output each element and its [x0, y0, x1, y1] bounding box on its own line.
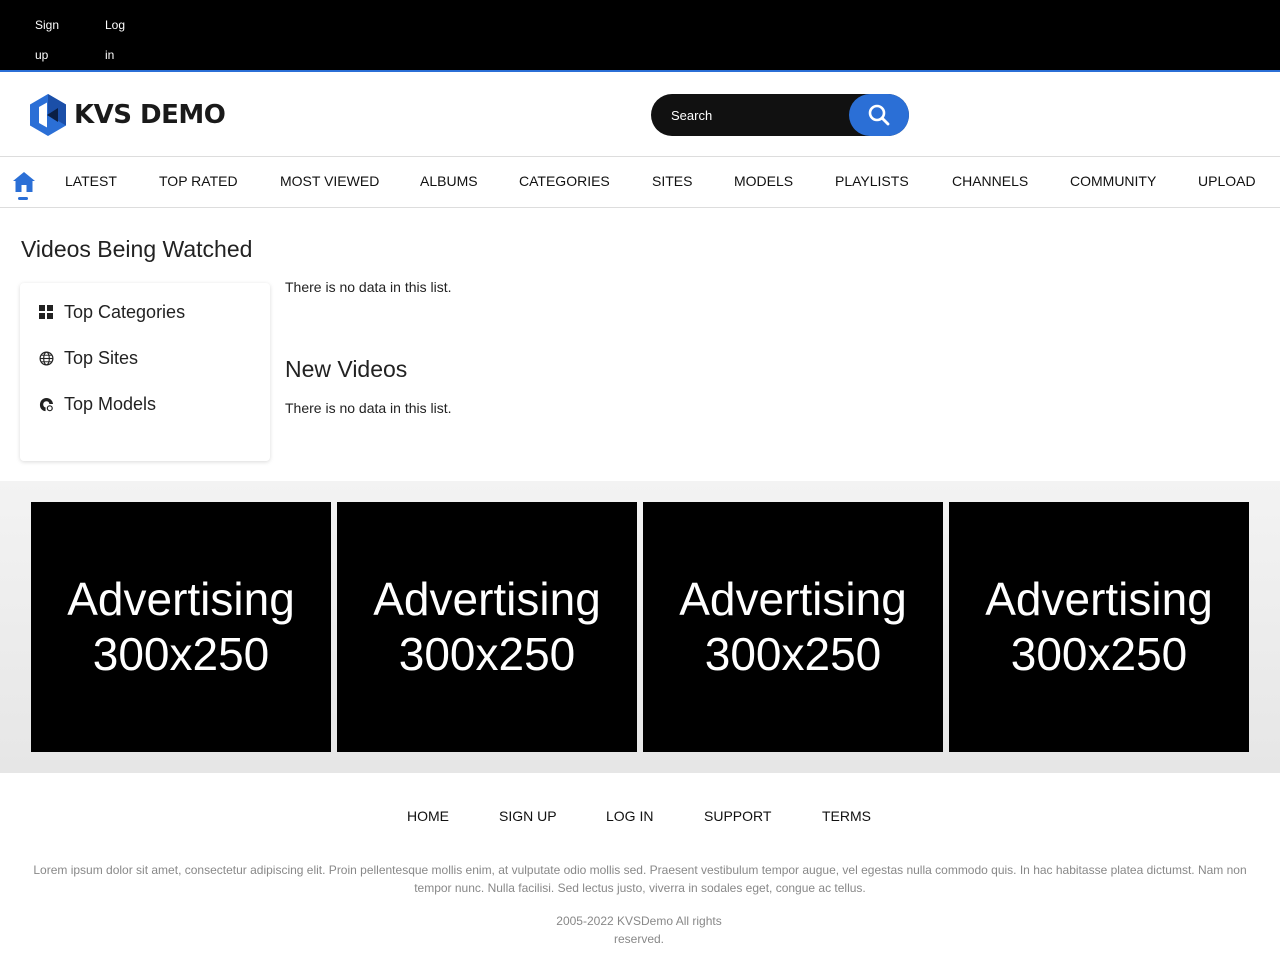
ad-banner[interactable]: Advertising 300x250	[949, 502, 1249, 752]
footer-link-log-in[interactable]: LOG IN	[606, 808, 653, 824]
globe-icon	[38, 350, 54, 366]
sidebar-item-label: Top Sites	[64, 347, 139, 368]
search-input[interactable]	[671, 94, 851, 136]
nav-item-albums[interactable]: ALBUMS	[420, 173, 478, 189]
ad-line-2: 300x250	[1010, 628, 1188, 680]
footer-link-home[interactable]: HOME	[407, 808, 449, 824]
ad-line-2: 300x250	[398, 628, 576, 680]
nav-item-playlists[interactable]: PLAYLISTS	[835, 173, 909, 189]
search-icon	[868, 104, 890, 126]
nav-item-top-rated[interactable]: TOP RATED	[159, 173, 238, 189]
login-link[interactable]: Log in	[105, 10, 135, 70]
nav-item-channels[interactable]: CHANNELS	[952, 173, 1028, 189]
search-button[interactable]	[849, 94, 909, 136]
ad-banner[interactable]: Advertising 300x250	[643, 502, 943, 752]
sidebar: Top Categories Top Sites Top Models	[20, 283, 270, 461]
logo-text: KVS DEMO	[74, 100, 226, 130]
top-bar: Sign up Log in	[0, 0, 1280, 72]
ad-line-2: 300x250	[704, 628, 882, 680]
search-box	[651, 94, 909, 136]
copyright: 2005-2022 KVSDemo All rights reserved.	[556, 914, 722, 946]
nav-item-categories[interactable]: CATEGORIES	[519, 173, 610, 189]
footer-link-terms[interactable]: TERMS	[822, 808, 871, 824]
footer-link-support[interactable]: SUPPORT	[704, 808, 771, 824]
section-title-new-videos: New Videos	[285, 356, 408, 382]
home-icon	[13, 172, 35, 192]
main-nav: LATEST TOP RATED MOST VIEWED ALBUMS CATE…	[0, 156, 1280, 208]
ad-banner[interactable]: Advertising 300x250	[31, 502, 331, 752]
ad-line-2: 300x250	[92, 628, 270, 680]
logo[interactable]: KVS DEMO	[30, 94, 226, 136]
sidebar-item-label: Top Categories	[64, 301, 186, 322]
model-icon	[38, 396, 54, 412]
footer-description: Lorem ipsum dolor sit amet, consectetur …	[33, 863, 1247, 895]
nav-item-models[interactable]: MODELS	[734, 173, 793, 189]
empty-list-message: There is no data in this list.	[285, 279, 452, 295]
sidebar-item-label: Top Models	[64, 393, 157, 414]
signup-link[interactable]: Sign up	[35, 10, 65, 70]
grid-icon	[38, 304, 54, 320]
nav-item-community[interactable]: COMMUNITY	[1070, 173, 1156, 189]
logo-icon	[30, 94, 66, 136]
nav-item-sites[interactable]: SITES	[652, 173, 692, 189]
home-button[interactable]	[12, 170, 36, 200]
active-indicator	[18, 197, 28, 200]
ad-line-1: Advertising	[679, 573, 907, 625]
nav-item-latest[interactable]: LATEST	[65, 173, 117, 189]
ad-banner[interactable]: Advertising 300x250	[337, 502, 637, 752]
advertising-band: Advertising 300x250 Advertising 300x250 …	[0, 481, 1280, 773]
sidebar-item-top-models[interactable]: Top Models	[38, 392, 156, 416]
empty-list-message: There is no data in this list.	[285, 400, 452, 416]
footer-link-sign-up[interactable]: SIGN UP	[499, 808, 557, 824]
sidebar-item-top-sites[interactable]: Top Sites	[38, 346, 138, 370]
header: KVS DEMO	[0, 74, 1280, 156]
ad-line-1: Advertising	[373, 573, 601, 625]
sidebar-item-top-categories[interactable]: Top Categories	[38, 300, 185, 324]
nav-item-upload[interactable]: UPLOAD	[1198, 173, 1256, 189]
ad-line-1: Advertising	[67, 573, 295, 625]
nav-item-most-viewed[interactable]: MOST VIEWED	[280, 173, 379, 189]
ad-line-1: Advertising	[985, 573, 1213, 625]
section-title-videos-being-watched: Videos Being Watched	[21, 236, 253, 262]
